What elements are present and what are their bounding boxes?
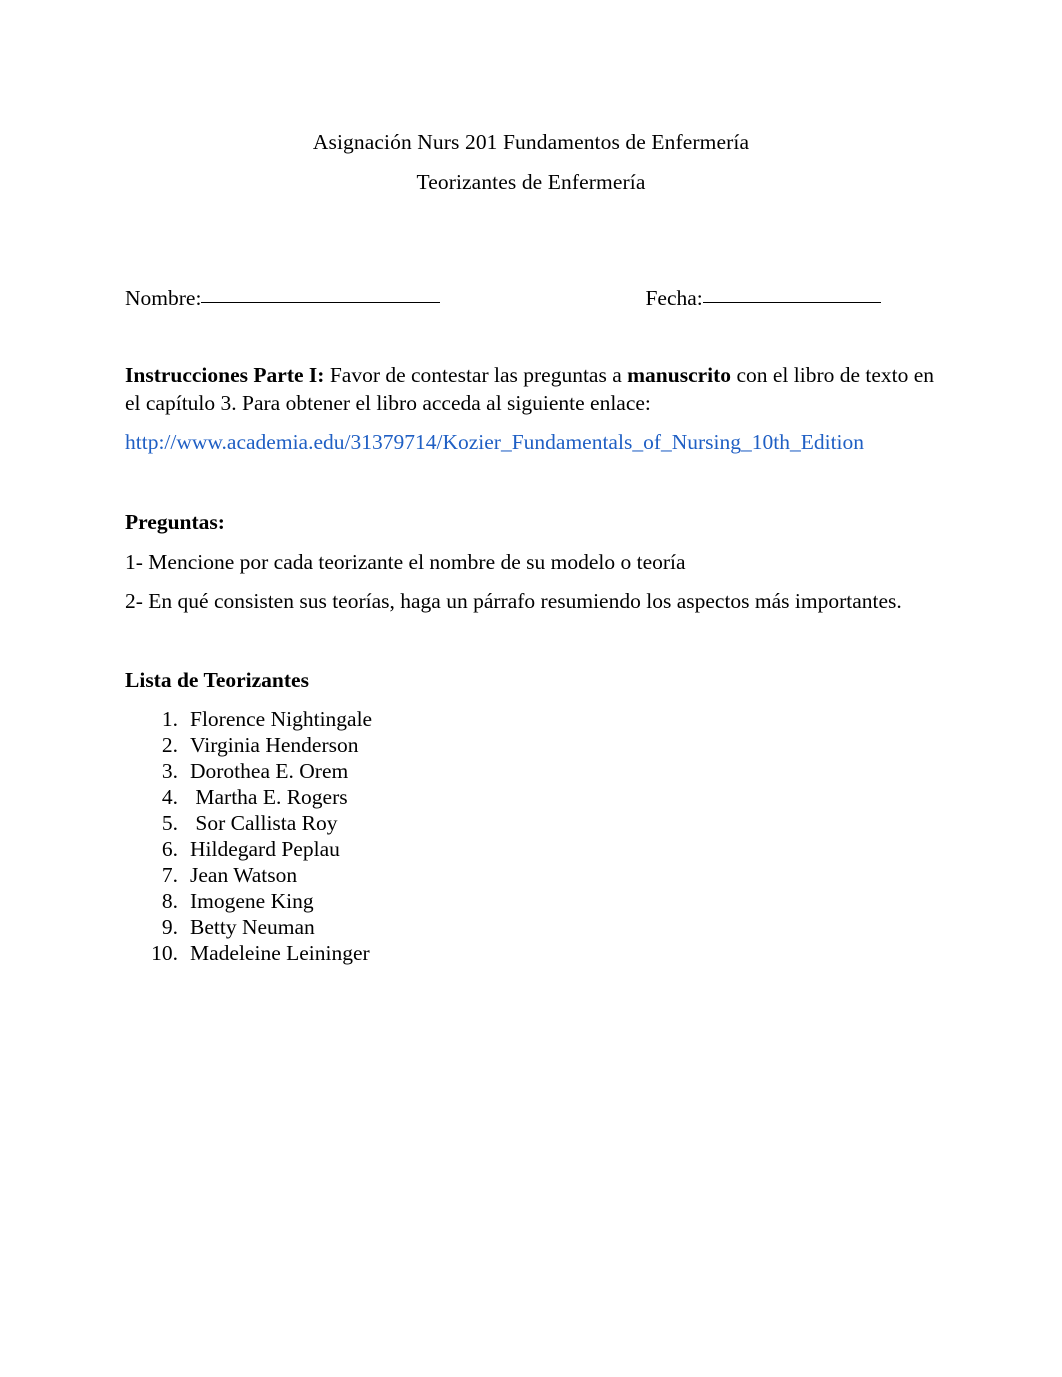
list-item-number: 3.	[161, 759, 178, 783]
title-line-1: Asignación Nurs 201 Fundamentos de Enfer…	[312, 130, 750, 154]
fecha-input[interactable]	[702, 302, 881, 303]
list-item-number: 2.	[161, 733, 178, 757]
instructions-heading: Instrucciones Parte I:	[125, 363, 325, 387]
list-item-label: Virginia Henderson	[190, 733, 359, 757]
teorizantes-list: 1. Florence Nightingale 2. Virginia Hender…	[125, 706, 645, 966]
title-line-2: Teorizantes de Enfermería	[416, 170, 646, 194]
list-item-number: 4.	[161, 785, 178, 809]
list-item-label: Madeleine Leininger	[190, 941, 370, 965]
list-item-label: Hildegard Peplau	[190, 837, 340, 861]
instructions-bold-word: manuscrito	[627, 363, 732, 387]
list-item-number: 9.	[161, 915, 178, 939]
list-item: 5. Sor Callista Roy	[125, 810, 645, 836]
document-page: Asignación Nurs 201 Fundamentos de Enfer…	[0, 0, 1062, 1377]
nombre-input[interactable]	[201, 302, 441, 303]
list-item-label: Martha E. Rogers	[190, 785, 348, 809]
list-item-number: 10.	[151, 941, 178, 965]
list-item: 8. Imogene King	[125, 888, 645, 914]
question-2: 2- En qué consisten sus teorías, haga un…	[125, 589, 902, 613]
academia-link[interactable]: http://www.academia.edu/31379714/Kozier_…	[125, 430, 864, 454]
list-item: 1. Florence Nightingale	[125, 706, 645, 732]
list-item-number: 5.	[161, 811, 178, 835]
list-item: 9. Betty Neuman	[125, 914, 645, 940]
list-item: 6. Hildegard Peplau	[125, 836, 645, 862]
fecha-field[interactable]: Fecha:	[645, 284, 881, 312]
question-1: 1- Mencione por cada teorizante el nombr…	[125, 550, 686, 574]
list-item: 4. Martha E. Rogers	[125, 784, 645, 810]
list-item-label: Florence Nightingale	[190, 707, 373, 731]
list-item-number: 1.	[161, 707, 178, 731]
link-paragraph: http://www.academia.edu/31379714/Kozier_…	[125, 428, 937, 456]
list-item-number: 7.	[161, 863, 178, 887]
list-item: 3. Dorothea E. Orem	[125, 758, 645, 784]
list-item-label: Sor Callista Roy	[190, 811, 338, 835]
list-item-label: Betty Neuman	[190, 915, 315, 939]
list-item: 10. Madeleine Leininger	[125, 940, 645, 966]
name-date-row: Nombre: Fecha:	[125, 284, 937, 312]
nombre-label: Nombre:	[125, 286, 202, 310]
list-item-label: Dorothea E. Orem	[190, 759, 349, 783]
list-item: 2. Virginia Henderson	[125, 732, 645, 758]
list-item-label: Jean Watson	[190, 863, 298, 887]
list-item: 7. Jean Watson	[125, 862, 645, 888]
list-item-number: 8.	[161, 889, 178, 913]
fecha-label: Fecha:	[645, 286, 703, 310]
list-item-label: Imogene King	[190, 889, 314, 913]
instructions-paragraph: Instrucciones Parte I: Favor de contesta…	[125, 361, 937, 417]
nombre-field[interactable]: Nombre:	[125, 284, 441, 312]
questions-heading: Preguntas:	[125, 510, 225, 534]
page-title: Asignación Nurs 201 Fundamentos de Enfer…	[125, 122, 937, 202]
list-item-number: 6.	[161, 837, 178, 861]
instructions-text-before: Favor de contestar las preguntas a	[324, 363, 628, 387]
list-heading: Lista de Teorizantes	[125, 668, 309, 692]
